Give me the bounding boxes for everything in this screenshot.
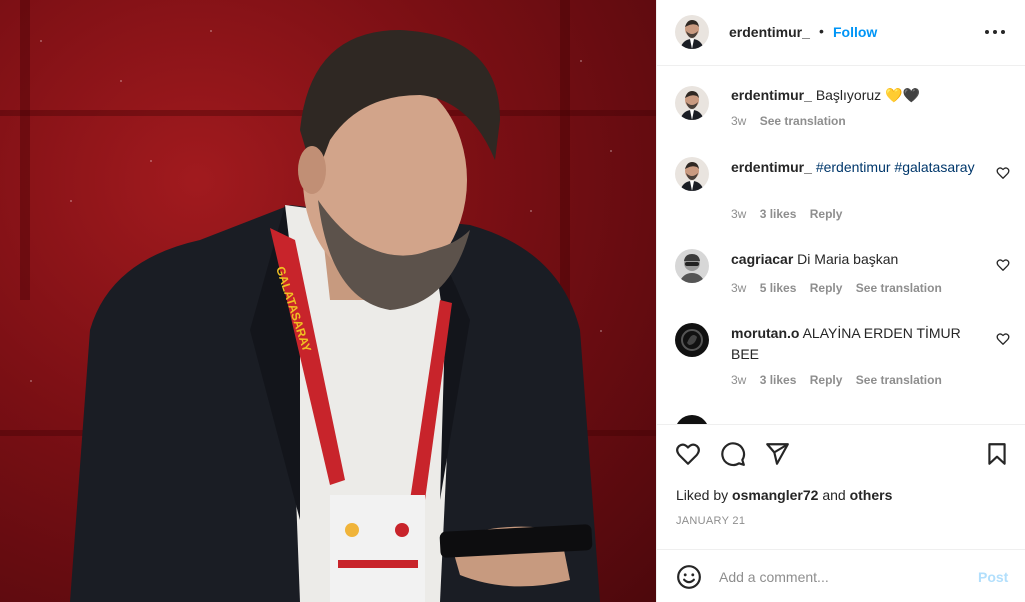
author-username[interactable]: erdentimur_ [729, 24, 810, 40]
comment-likes[interactable]: 5 likes [760, 281, 797, 295]
bookmark-icon[interactable] [984, 441, 1010, 467]
author-avatar[interactable] [675, 15, 709, 49]
comment-username[interactable]: erdentimur_ [731, 159, 812, 175]
like-heart-icon[interactable] [675, 441, 701, 467]
comment-text: morutan.o ALAYİNA ERDEN TİMUR BEE [731, 323, 985, 365]
comment-icon[interactable] [720, 441, 746, 467]
comment-time[interactable]: 3w [731, 373, 746, 387]
comment-hashtags[interactable]: #erdentimur #galatasaray [816, 159, 975, 175]
comment-reply[interactable]: Reply [810, 207, 843, 221]
caption-username[interactable]: erdentimur_ [731, 87, 812, 103]
comment-username[interactable]: morutan.o [731, 325, 799, 341]
post-actions: Liked by osmangler72 and others JANUARY … [657, 424, 1025, 566]
comment-see-translation[interactable]: See translation [856, 373, 942, 387]
man-figure: GALATASARAY [70, 30, 600, 602]
comment-like-heart-icon[interactable] [996, 166, 1010, 180]
comment-text: erdentimur_ #erdentimur #galatasaray [731, 157, 985, 178]
caption-time[interactable]: 3w [731, 114, 746, 128]
comment-likes[interactable]: 3 likes [760, 207, 797, 221]
add-comment-bar: Post [657, 549, 1025, 602]
post-photo[interactable]: GALATASARAY [0, 0, 656, 602]
separator-dot: • [819, 23, 824, 39]
follow-button[interactable]: Follow [833, 24, 877, 40]
comment-meta: 3w 5 likes Reply See translation [731, 281, 952, 295]
liked-by-text: Liked by osmangler72 and others [676, 487, 892, 503]
comment-meta: 3w 3 likes Reply See translation [731, 373, 952, 387]
post-details-panel: erdentimur_ • Follow erdentimur_ Başlıyo… [656, 0, 1025, 602]
comment-reply[interactable]: Reply [810, 373, 843, 387]
caption-meta: 3w See translation [731, 114, 856, 128]
comments-list[interactable]: erdentimur_ Başlıyoruz 💛🖤 3w See transla… [657, 67, 1025, 424]
comment-avatar-partial[interactable] [675, 415, 709, 424]
liked-by-and: and [822, 487, 846, 503]
share-icon[interactable] [764, 441, 790, 467]
post-comment-button[interactable]: Post [978, 569, 1008, 585]
caption-see-translation[interactable]: See translation [760, 114, 846, 128]
liked-by-user[interactable]: osmangler72 [732, 487, 818, 503]
liked-by-prefix: Liked by [676, 487, 729, 503]
comment-text: cagriacar Di Maria başkan [731, 249, 985, 270]
post-date[interactable]: JANUARY 21 [676, 515, 745, 527]
comment-like-heart-icon[interactable] [996, 332, 1010, 346]
post-header: erdentimur_ • Follow [657, 0, 1025, 66]
liked-by-others[interactable]: others [850, 487, 893, 503]
comment-avatar[interactable] [675, 157, 709, 191]
comment-likes[interactable]: 3 likes [760, 373, 797, 387]
comment-reply[interactable]: Reply [810, 281, 843, 295]
comment-like-heart-icon[interactable] [996, 258, 1010, 272]
more-options-icon[interactable] [983, 22, 1007, 42]
comment-avatar[interactable] [675, 323, 709, 357]
caption-text: erdentimur_ Başlıyoruz 💛🖤 [731, 85, 985, 106]
comment-time[interactable]: 3w [731, 281, 746, 295]
comment-time[interactable]: 3w [731, 207, 746, 221]
comment-avatar[interactable] [675, 249, 709, 283]
comment-username[interactable]: cagriacar [731, 251, 793, 267]
add-comment-input[interactable] [719, 564, 959, 590]
comment-body: Di Maria başkan [797, 251, 899, 267]
comment-see-translation[interactable]: See translation [856, 281, 942, 295]
smiley-icon[interactable] [676, 564, 702, 590]
comment-meta: 3w 3 likes Reply [731, 207, 852, 221]
caption-avatar[interactable] [675, 86, 709, 120]
caption-emoji: 💛🖤 [885, 87, 920, 103]
caption-body: Başlıyoruz [815, 87, 882, 103]
